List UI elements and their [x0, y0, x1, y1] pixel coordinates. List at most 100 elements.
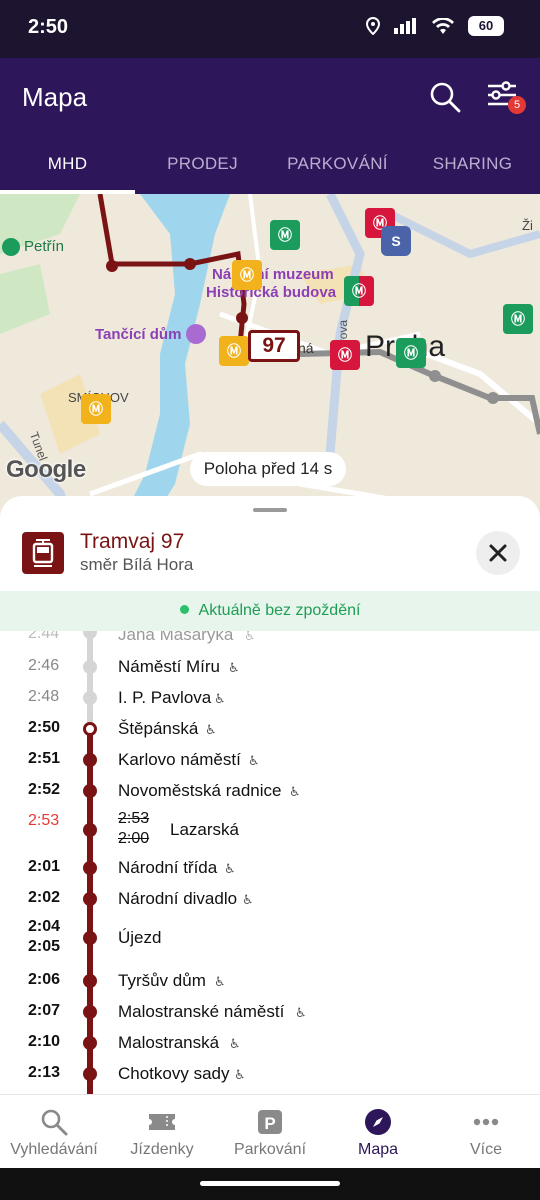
- wheelchair-icon: ♿: [295, 1005, 307, 1020]
- nav-label: Parkování: [233, 1141, 307, 1158]
- wheelchair-icon: ♿: [205, 722, 217, 737]
- map-label-museum-2: Historická budova: [206, 284, 337, 301]
- stop-dot: [83, 1067, 97, 1081]
- stop-time: 2:52: [28, 781, 61, 798]
- metro-a-station-icon[interactable]: Ⓜ: [270, 220, 300, 250]
- tab-sharing[interactable]: SHARING: [405, 138, 540, 194]
- wheelchair-icon: ♿: [244, 631, 256, 643]
- map-label-zi: Ži: [522, 218, 533, 233]
- wheelchair-icon: ♿: [229, 1036, 241, 1051]
- scheduled-time-old: 2:00: [118, 830, 150, 847]
- stop-name: Národní třída: [118, 858, 218, 877]
- nav-label: Více: [469, 1141, 502, 1158]
- nav-item-more[interactable]: Více: [432, 1095, 540, 1168]
- compass-icon: [365, 1109, 391, 1135]
- stop-dot: [83, 631, 97, 639]
- stop-dot: [83, 1036, 97, 1050]
- nav-item-map[interactable]: Mapa: [324, 1095, 432, 1168]
- stop-name: Jana Masaryka: [118, 631, 234, 644]
- delay-status-bar: Aktuálně bez zpoždění: [0, 591, 540, 631]
- stop-name: Lazarská: [170, 820, 239, 839]
- scheduled-time-old: 2:53: [118, 810, 150, 827]
- stop-time: 2:07: [28, 1002, 61, 1019]
- wheelchair-icon: ♿: [224, 861, 236, 876]
- signal-icon: [394, 18, 416, 34]
- tram-icon: [22, 532, 64, 574]
- stop-name: Malostranské náměstí: [118, 1002, 285, 1021]
- metro-a-station-icon[interactable]: Ⓜ: [396, 338, 426, 368]
- stops-list[interactable]: 2:44 Jana Masaryka ♿ 2:46 Náměstí Míru ♿…: [0, 631, 540, 1096]
- ticket-icon: [149, 1114, 175, 1130]
- stop-name: Tyršův dům: [118, 971, 206, 990]
- clock: 2:50: [28, 16, 69, 38]
- gesture-bar: [0, 1168, 540, 1200]
- system-status-bar: 2:50 60: [0, 0, 540, 58]
- stop-dot: [83, 1005, 97, 1019]
- search-icon[interactable]: [428, 80, 462, 114]
- location-icon: [366, 17, 380, 35]
- sheet-drag-handle[interactable]: [253, 508, 287, 512]
- stop-name: Chotkovy sady: [118, 1064, 230, 1083]
- metro-a-station-icon[interactable]: Ⓜ: [503, 304, 533, 334]
- tab-mhd[interactable]: MHD: [0, 138, 135, 194]
- filter-button[interactable]: 5: [486, 80, 526, 116]
- stop-name: Malostranská: [118, 1033, 220, 1052]
- metro-b-station-icon[interactable]: Ⓜ: [232, 260, 262, 290]
- stop-name: Národní divadlo: [118, 889, 238, 908]
- metro-b-station-icon[interactable]: Ⓜ: [81, 394, 111, 424]
- search-icon: [41, 1109, 68, 1136]
- nav-item-tickets[interactable]: Jízdenky: [108, 1095, 216, 1168]
- svg-text:P: P: [264, 1114, 275, 1133]
- close-button[interactable]: [476, 531, 520, 575]
- current-stop-marker: [83, 722, 97, 736]
- stop-time: 2:46: [28, 657, 60, 674]
- stop-dot: [83, 823, 97, 837]
- map-label-tancici: Tančící dům: [95, 326, 182, 343]
- wheelchair-icon: ♿: [214, 974, 226, 989]
- wifi-icon: [432, 18, 454, 34]
- app-bar: Mapa 5: [0, 58, 540, 138]
- nav-label: Vyhledávání: [10, 1141, 98, 1158]
- battery-icon: 60: [468, 16, 504, 36]
- stop-time: 2:53: [28, 812, 60, 829]
- wheelchair-icon: ♿: [248, 753, 260, 768]
- stop-time: 2:01: [28, 858, 61, 875]
- metro-c-station-icon[interactable]: Ⓜ: [330, 340, 360, 370]
- stop-time: 2:06: [28, 971, 61, 988]
- stop-name: Újezd: [118, 928, 162, 947]
- delay-status-text: Aktuálně bez zpoždění: [198, 602, 361, 619]
- tab-prodej[interactable]: PRODEJ: [135, 138, 270, 194]
- stop-name: Karlovo náměstí: [118, 750, 241, 769]
- stop-time: 2:44: [28, 631, 60, 642]
- map-label-na: ná: [298, 340, 314, 356]
- stop-dot: [83, 892, 97, 906]
- stop-time: 2:02: [28, 889, 61, 906]
- wheelchair-icon: ♿: [242, 892, 254, 907]
- tab-parkovani[interactable]: PARKOVÁNÍ: [270, 138, 405, 194]
- stop-dot: [83, 753, 97, 767]
- location-age-chip: Poloha před 14 s: [190, 452, 346, 486]
- close-icon: [489, 544, 507, 562]
- park-icon: [2, 238, 20, 256]
- wheelchair-icon: ♿: [289, 784, 301, 799]
- nav-item-search[interactable]: Vyhledávání: [0, 1095, 108, 1168]
- stop-dot: [83, 931, 97, 945]
- nav-item-parking[interactable]: P Parkování: [216, 1095, 324, 1168]
- wheelchair-icon: ♿: [234, 1067, 246, 1082]
- metro-ac-station-icon[interactable]: Ⓜ: [344, 276, 374, 306]
- more-icon: [473, 1118, 499, 1126]
- bottom-navigation: Vyhledávání Jízdenky P Parkování Mapa Ví…: [0, 1094, 540, 1168]
- line-detail-sheet: Tramvaj 97 směr Bílá Hora Aktuálně bez z…: [0, 496, 540, 1096]
- train-s-station-icon[interactable]: S: [381, 226, 411, 256]
- tram-vehicle-marker[interactable]: 97: [248, 330, 300, 362]
- line-title: Tramvaj 97: [80, 530, 185, 553]
- google-logo: Google: [6, 456, 86, 483]
- metro-b-station-icon[interactable]: Ⓜ: [219, 336, 249, 366]
- filter-count-badge: 5: [508, 96, 526, 114]
- stop-name: Novoměstská radnice: [118, 781, 282, 800]
- map-view[interactable]: Petřín Národní muzeum Historická budova …: [0, 194, 540, 524]
- wheelchair-icon: ♿: [214, 691, 226, 706]
- stop-time: 2:04: [28, 918, 61, 935]
- home-indicator[interactable]: [200, 1181, 340, 1186]
- stop-row[interactable]: 2:44 Jana Masaryka ♿: [0, 631, 540, 651]
